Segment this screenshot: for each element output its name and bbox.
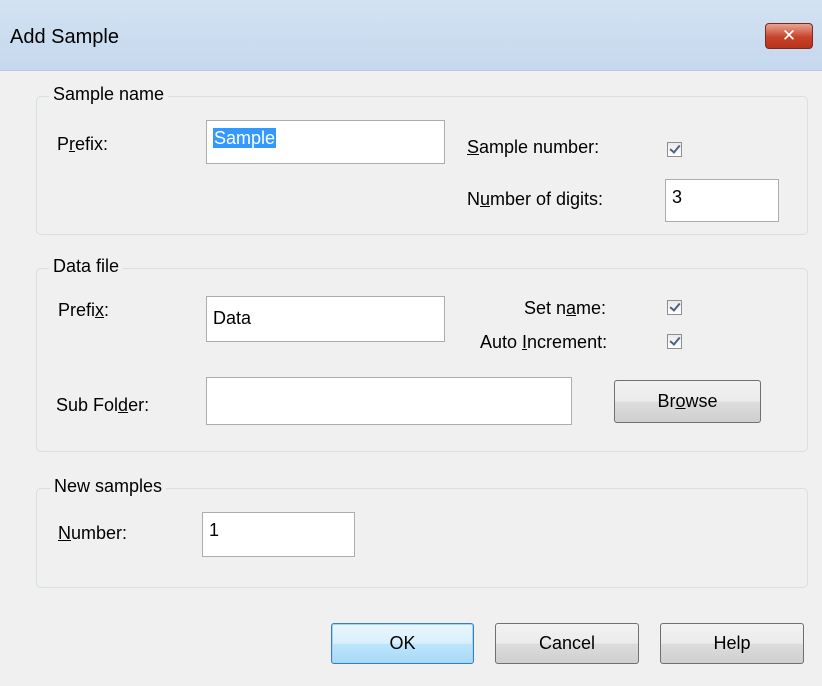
cancel-button-label: Cancel: [538, 633, 596, 653]
browse-button[interactable]: Browse: [614, 380, 761, 423]
new-samples-group: [36, 488, 808, 588]
data-file-legend: Data file: [49, 256, 124, 277]
help-button[interactable]: Help: [660, 623, 804, 664]
ok-button-label: OK: [389, 633, 416, 653]
number-value: 1: [209, 520, 220, 540]
number-of-digits-label: Number of digits:: [467, 189, 604, 209]
close-icon: ✕: [781, 26, 797, 45]
auto-increment-label: Auto Increment:: [480, 332, 608, 352]
data-prefix-value: Data: [213, 308, 252, 328]
sample-prefix-input[interactable]: Sample: [206, 120, 445, 164]
new-samples-legend: New samples: [50, 476, 167, 497]
set-name-checkbox[interactable]: [667, 300, 682, 315]
cancel-button[interactable]: Cancel: [495, 623, 639, 664]
subfolder-input[interactable]: [206, 377, 572, 425]
number-of-digits-value: 3: [672, 187, 683, 207]
title-bar: Add Sample ✕: [0, 0, 822, 71]
subfolder-label: Sub Folder:: [56, 395, 150, 415]
sample-prefix-value: Sample: [213, 128, 277, 148]
sample-prefix-label: Prefix:: [57, 134, 109, 154]
number-input[interactable]: 1: [202, 512, 355, 557]
window-title: Add Sample: [10, 26, 119, 48]
close-button[interactable]: ✕: [765, 23, 813, 49]
set-name-label: Set name:: [524, 298, 607, 318]
sample-number-label: Sample number:: [467, 137, 600, 157]
data-prefix-input[interactable]: Data: [206, 296, 445, 342]
number-label: Number:: [58, 523, 128, 543]
ok-button[interactable]: OK: [331, 623, 474, 664]
auto-increment-checkbox[interactable]: [667, 334, 682, 349]
sample-number-checkbox[interactable]: [667, 142, 682, 157]
data-prefix-label: Prefix:: [58, 300, 110, 320]
number-of-digits-input[interactable]: 3: [665, 179, 779, 222]
sample-name-legend: Sample name: [49, 84, 169, 105]
help-button-label: Help: [713, 633, 751, 653]
